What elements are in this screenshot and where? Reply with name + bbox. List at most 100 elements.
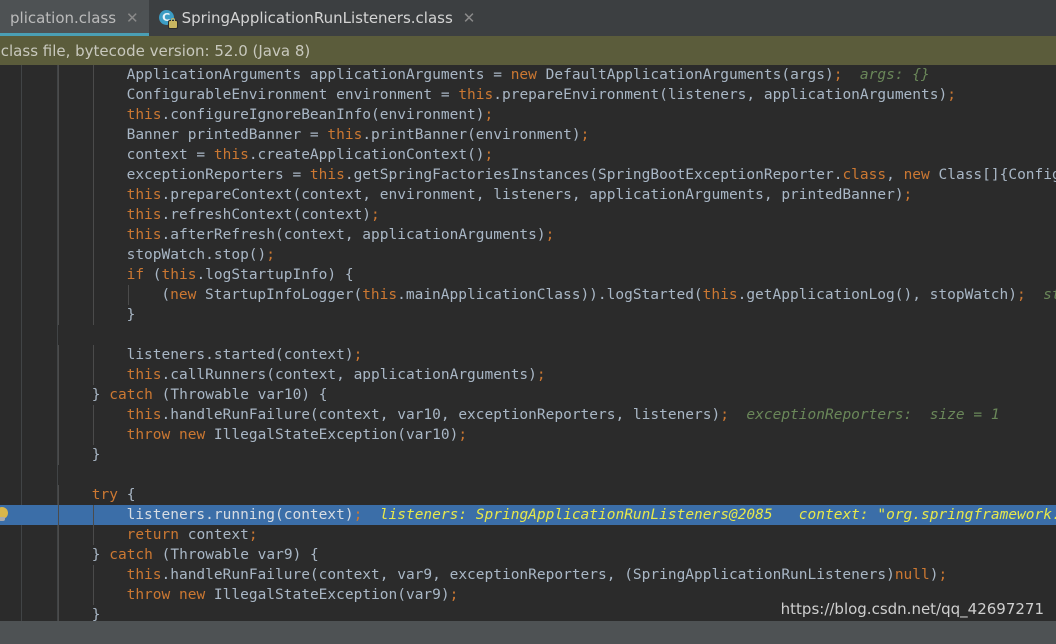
code-line-selected[interactable]: listeners.running(context); listeners: S… xyxy=(0,505,1056,525)
indent-guide xyxy=(58,305,59,325)
code-text: (new StartupInfoLogger(this.mainApplicat… xyxy=(161,285,1056,305)
code-token: IllegalStateException(var10) xyxy=(205,427,459,443)
indent-guide xyxy=(58,585,59,605)
code-token: this xyxy=(126,207,162,223)
code-line[interactable]: (new StartupInfoLogger(this.mainApplicat… xyxy=(0,285,1056,305)
indent-guide xyxy=(92,425,94,445)
indent-guide xyxy=(58,425,59,445)
indent-guide xyxy=(92,185,94,205)
code-line[interactable]: this.prepareContext(context, environment… xyxy=(0,185,1056,205)
editor-tab-spring-application-run-listeners[interactable]: C SpringApplicationRunListeners.class ✕ xyxy=(148,0,486,36)
indent-guide xyxy=(92,525,94,545)
indent-guide xyxy=(92,145,94,165)
code-line[interactable]: this.configureIgnoreBeanInfo(environment… xyxy=(0,105,1056,125)
code-line[interactable]: return context; xyxy=(0,525,1056,545)
indent-guide xyxy=(92,225,94,245)
code-line[interactable]: exceptionReporters = this.getSpringFacto… xyxy=(0,165,1056,185)
code-line[interactable]: if (this.logStartupInfo) { xyxy=(0,265,1056,285)
code-editor[interactable]: ApplicationArguments applicationArgument… xyxy=(0,65,1056,621)
code-token: catch xyxy=(109,387,153,403)
code-text: Banner printedBanner = this.printBanner(… xyxy=(127,125,590,145)
code-line[interactable]: } xyxy=(0,445,1056,465)
code-line[interactable]: } catch (Throwable var9) { xyxy=(0,545,1056,565)
code-token: .refreshContext(context) xyxy=(161,207,372,223)
close-icon[interactable]: ✕ xyxy=(126,10,139,26)
indent-guide xyxy=(58,365,59,385)
code-token: } xyxy=(91,547,110,563)
code-token: ApplicationArguments applicationArgument… xyxy=(126,67,511,83)
code-line[interactable]: ApplicationArguments applicationArgument… xyxy=(0,65,1056,85)
code-text: throw new IllegalStateException(var10); xyxy=(127,425,468,445)
code-text: this.afterRefresh(context, applicationAr… xyxy=(127,225,555,245)
code-token: ( xyxy=(161,287,171,303)
code-line[interactable]: throw new IllegalStateException(var10); xyxy=(0,425,1056,445)
code-line[interactable]: } catch (Throwable var10) { xyxy=(0,385,1056,405)
indent-guide xyxy=(58,565,59,585)
bytecode-version-banner: .class file, bytecode version: 52.0 (Jav… xyxy=(0,36,1056,65)
code-line[interactable]: this.callRunners(context, applicationArg… xyxy=(0,365,1056,385)
editor-tab-label: plication.class xyxy=(10,9,117,27)
indent-guide xyxy=(58,445,59,465)
code-token: ; xyxy=(580,127,590,143)
code-token: (Throwable var10) { xyxy=(152,387,328,403)
indent-guide xyxy=(92,205,94,225)
code-line[interactable]: } xyxy=(0,305,1056,325)
indent-guide xyxy=(58,225,59,245)
indent-guide xyxy=(58,265,59,285)
status-bar xyxy=(0,621,1056,644)
code-token: this xyxy=(702,287,738,303)
indent-guide xyxy=(58,205,59,225)
code-token: new xyxy=(510,67,537,83)
code-line[interactable]: try { xyxy=(0,485,1056,505)
code-token: ; xyxy=(353,507,363,523)
intention-lightbulb-icon[interactable] xyxy=(0,507,11,524)
code-token: if xyxy=(126,267,145,283)
code-line[interactable]: context = this.createApplicationContext(… xyxy=(0,145,1056,165)
code-token: this xyxy=(213,147,249,163)
code-token: new xyxy=(178,587,206,603)
code-text: this.callRunners(context, applicationArg… xyxy=(127,365,546,385)
indent-guide xyxy=(58,485,59,505)
code-token: .prepareContext(context, environment, li… xyxy=(161,187,904,203)
indent-guide xyxy=(58,345,59,365)
code-line[interactable] xyxy=(0,325,1056,345)
code-token: } xyxy=(91,447,101,463)
close-icon[interactable]: ✕ xyxy=(463,10,476,26)
code-text: context = this.createApplicationContext(… xyxy=(127,145,494,165)
code-line[interactable]: Banner printedBanner = this.printBanner(… xyxy=(0,125,1056,145)
indent-guide xyxy=(92,345,94,365)
code-text: return context; xyxy=(127,525,258,545)
code-token: this xyxy=(309,167,345,183)
code-token: return xyxy=(126,527,179,543)
indent-guide xyxy=(92,365,94,385)
code-token: .printBanner(environment) xyxy=(362,127,581,143)
code-token: exceptionReporters: size = 1 xyxy=(728,407,1000,423)
code-line[interactable]: ConfigurableEnvironment environment = th… xyxy=(0,85,1056,105)
code-text: } xyxy=(92,605,101,621)
code-line[interactable]: listeners.started(context); xyxy=(0,345,1056,365)
code-token: , xyxy=(886,167,904,183)
editor-tab-label: SpringApplicationRunListeners.class xyxy=(181,9,453,27)
code-token: ConfigurableEnvironment environment = xyxy=(126,87,459,103)
code-text: stopWatch.stop(); xyxy=(127,245,275,265)
indent-guide xyxy=(58,165,59,185)
code-line[interactable]: this.afterRefresh(context, applicationAr… xyxy=(0,225,1056,245)
indent-guide xyxy=(58,65,59,85)
code-text: this.prepareContext(context, environment… xyxy=(127,185,913,205)
code-line[interactable] xyxy=(0,465,1056,485)
code-text: } catch (Throwable var9) { xyxy=(92,545,319,565)
code-line[interactable]: stopWatch.stop(); xyxy=(0,245,1056,265)
code-line[interactable]: this.handleRunFailure(context, var9, exc… xyxy=(0,565,1056,585)
code-token: ; xyxy=(938,567,948,583)
code-line[interactable]: this.refreshContext(context); xyxy=(0,205,1056,225)
indent-guide xyxy=(92,105,94,125)
code-line[interactable]: this.handleRunFailure(context, var10, ex… xyxy=(0,405,1056,425)
indent-guide xyxy=(58,185,59,205)
editor-tab-spring-application[interactable]: plication.class ✕ xyxy=(0,0,149,36)
editor-tab-bar: plication.class ✕ C SpringApplicationRun… xyxy=(0,0,1056,36)
code-text: } xyxy=(127,305,136,325)
code-token: { xyxy=(118,487,136,503)
indent-guide xyxy=(127,285,129,305)
code-token: catch xyxy=(109,547,153,563)
